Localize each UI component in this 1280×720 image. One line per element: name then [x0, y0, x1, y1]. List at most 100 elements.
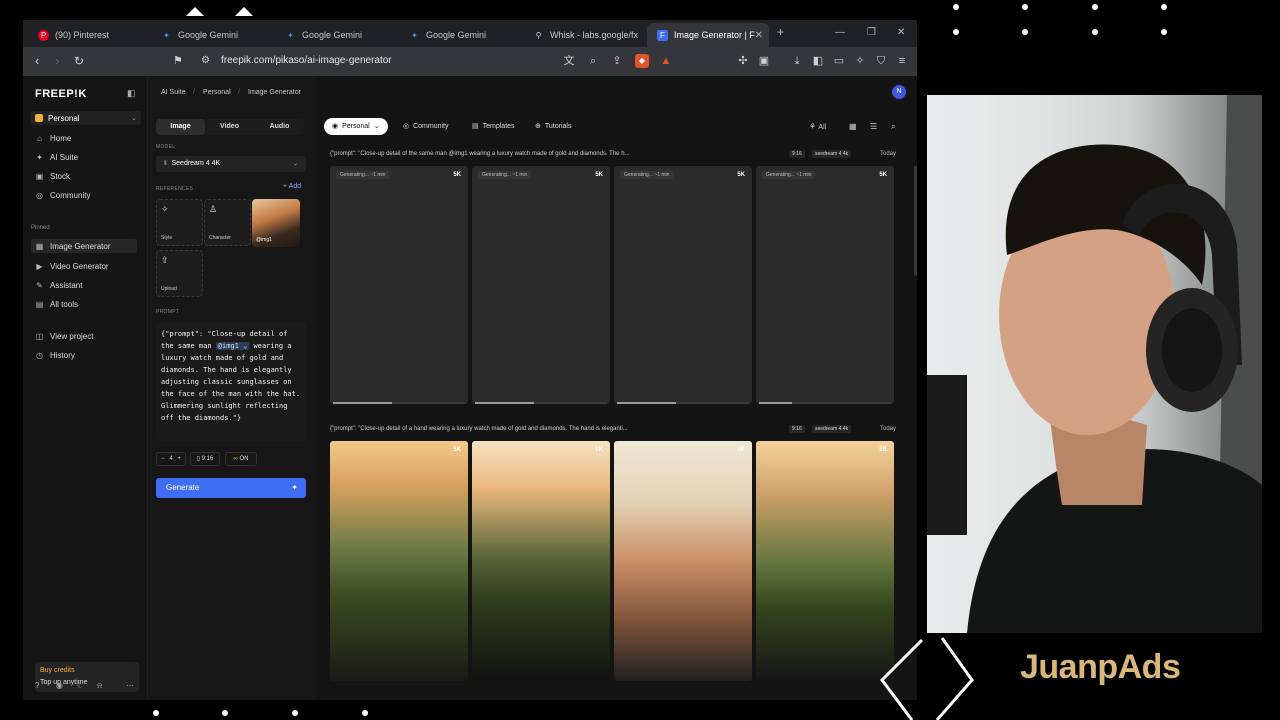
tab-video[interactable]: Video — [205, 119, 254, 135]
browser-tab[interactable]: ✦ Google Gemini — [275, 23, 395, 47]
increment-icon[interactable]: + — [177, 456, 181, 462]
discord-icon[interactable]: ◉ — [56, 681, 63, 690]
upload-reference-card[interactable]: ⇧ Upload — [156, 250, 203, 297]
progress-bar — [333, 402, 465, 404]
reload-icon[interactable]: ↻ — [74, 54, 84, 68]
sidebar-item-video-generator[interactable]: ▶ Video Generator — [35, 260, 141, 272]
restore-icon[interactable]: ❐ — [867, 27, 876, 38]
settings-sliders-icon[interactable]: ☰ — [870, 122, 877, 131]
reference-image-thumbnail[interactable]: @img1 — [252, 199, 300, 247]
avatar[interactable]: N — [892, 85, 906, 99]
wallet-icon[interactable]: ▭ — [832, 54, 846, 68]
grid-view-icon[interactable]: ▦ — [849, 122, 857, 131]
share-icon[interactable]: ⇪ — [610, 54, 624, 68]
generating-card[interactable]: Generating... ~1 min 5K — [330, 166, 468, 404]
generated-image[interactable]: 5K — [330, 441, 468, 681]
sidebar-item-label: View project — [50, 331, 94, 341]
sidebar-item-all-tools[interactable]: ▤ All tools — [35, 298, 141, 310]
sidebar-item-stock[interactable]: ▣ Stock — [35, 170, 141, 182]
filter-tutorials[interactable]: ⊕ Tutorials — [535, 118, 571, 135]
webcam-overlay — [927, 95, 1262, 633]
sidebar-item-history[interactable]: ◷ History — [35, 349, 141, 361]
character-reference-card[interactable]: ♙ Character — [204, 199, 251, 246]
sidebar-item-ai-suite[interactable]: ✦ AI Suite — [35, 151, 141, 163]
screenshot-icon[interactable]: ▣ — [757, 54, 771, 68]
close-tab-icon[interactable]: ✕ — [755, 30, 763, 41]
collapse-sidebar-icon[interactable]: ◧ — [127, 88, 136, 99]
brave-shield-icon[interactable]: ◆ — [635, 54, 649, 68]
tab-audio[interactable]: Audio — [255, 119, 304, 135]
generate-button[interactable]: Generate ✦ — [156, 478, 306, 498]
generating-card[interactable]: Generating... ~1 min 5K — [614, 166, 752, 404]
browser-tab[interactable]: ⚲ Whisk - labs.google/fx — [523, 23, 645, 47]
filter-templates[interactable]: ▤ Templates — [472, 118, 515, 135]
more-icon[interactable]: ⋯ — [126, 681, 134, 690]
zoom-icon[interactable]: ⌕ — [586, 54, 600, 68]
forward-icon[interactable]: › — [55, 54, 59, 68]
brave-rewards-icon[interactable]: ▲ — [659, 54, 673, 68]
generated-image[interactable]: 5K — [614, 441, 752, 681]
extensions-icon[interactable]: ✣ — [736, 54, 750, 68]
generating-card[interactable]: Generating... ~1 min 5K — [756, 166, 894, 404]
notifications-icon[interactable]: ⍾ — [97, 681, 102, 691]
infinite-toggle[interactable]: ∞ ON — [225, 452, 257, 466]
aspect-ratio-button[interactable]: ▯ 9:16 — [190, 452, 220, 466]
sidebar-item-community[interactable]: ◎ Community — [35, 189, 141, 201]
row-prompt[interactable]: {"prompt": "Close-up detail of a hand we… — [330, 426, 628, 432]
image-count-stepper[interactable]: − 4 + — [156, 452, 186, 466]
breadcrumb-item[interactable]: AI Suite — [161, 89, 186, 96]
progress-bar — [475, 402, 607, 404]
bookmark-icon[interactable]: ⚑ — [173, 54, 183, 68]
sidebar-item-view-project[interactable]: ◫ View project — [35, 330, 141, 342]
filter-personal[interactable]: ◉ Personal ⌄ — [324, 118, 388, 135]
vpn-icon[interactable]: ⛉ — [874, 54, 888, 68]
row-prompt[interactable]: {"prompt": "Close-up detail of the same … — [330, 151, 630, 157]
style-reference-card[interactable]: ✧ Style — [156, 199, 203, 246]
browser-tab[interactable]: P (90) Pinterest — [28, 23, 148, 47]
freepik-logo[interactable]: FREEP!K — [35, 88, 87, 100]
new-tab-icon[interactable]: + — [777, 25, 784, 39]
theme-icon[interactable]: ☾ — [77, 681, 84, 690]
browser-tab[interactable]: ✦ Google Gemini — [151, 23, 271, 47]
tab-image[interactable]: Image — [156, 119, 205, 135]
prompt-label: PROMPT — [156, 309, 180, 315]
translate-icon[interactable]: 文 — [562, 54, 576, 68]
image-mention-tag[interactable]: @img1 ⌄ — [215, 342, 250, 350]
browser-tab[interactable]: ✦ Google Gemini — [399, 23, 519, 47]
download-icon[interactable]: ⤓ — [790, 54, 804, 68]
filter-all-button[interactable]: ⚘ All — [809, 122, 826, 131]
sidebar-item-assistant[interactable]: ✎ Assistant — [35, 279, 141, 291]
sidebar-icon[interactable]: ◧ — [811, 54, 825, 68]
model-select[interactable]: ⫴ Seedream 4 4K ⌄ — [156, 156, 306, 172]
ai-icon[interactable]: ✧ — [853, 54, 867, 68]
add-reference-button[interactable]: + Add — [283, 183, 301, 190]
generating-card[interactable]: Generating... ~1 min 5K — [472, 166, 610, 404]
close-window-icon[interactable]: ✕ — [897, 27, 905, 38]
address-bar: ‹ › ↻ ⚑ ⚙ freepik.com/pikaso/ai-image-ge… — [23, 47, 917, 76]
freepik-icon: F — [657, 29, 668, 41]
gemini-icon: ✦ — [287, 30, 294, 40]
sidebar-item-image-generator[interactable]: ▦ Image Generator — [31, 239, 137, 253]
generated-image[interactable]: 5K — [472, 441, 610, 681]
search-icon[interactable]: ⌕ — [891, 122, 895, 132]
decor-lines — [880, 637, 974, 720]
minimize-icon[interactable]: — — [835, 27, 845, 38]
decor-dot — [1022, 4, 1028, 10]
help-icon[interactable]: ? — [35, 681, 39, 690]
decor-dot — [362, 710, 368, 716]
browser-tab-active[interactable]: F Image Generator | F ✕ — [647, 23, 769, 47]
breadcrumb-item[interactable]: Personal — [203, 89, 231, 96]
buy-credits-card[interactable]: Buy credits Top up anytime — [35, 662, 139, 692]
sidebar-item-home[interactable]: ⌂ Home — [35, 132, 141, 144]
site-settings-icon[interactable]: ⚙ — [201, 54, 210, 68]
back-icon[interactable]: ‹ — [35, 54, 39, 68]
filter-community[interactable]: ◎ Community — [403, 118, 449, 135]
workspace-selector[interactable]: Personal ⌄ — [31, 111, 141, 125]
url-field[interactable]: freepik.com/pikaso/ai-image-generator — [221, 55, 392, 66]
decrement-icon[interactable]: − — [161, 456, 165, 462]
decor-dot — [1092, 4, 1098, 10]
mode-tabs: Image Video Audio — [156, 119, 304, 135]
prompt-textarea[interactable]: {"prompt": "Close-up detail of the same … — [156, 323, 306, 441]
menu-icon[interactable]: ≡ — [895, 54, 909, 68]
scrollbar[interactable] — [914, 166, 917, 276]
